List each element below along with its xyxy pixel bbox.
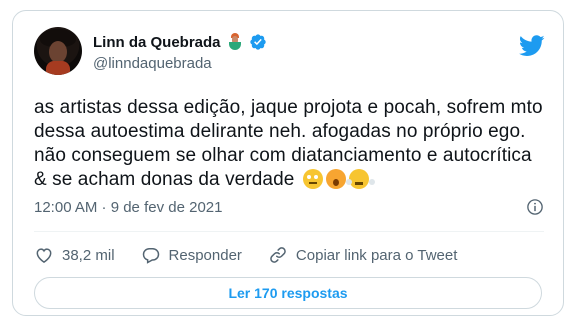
reply-button[interactable]: Responder bbox=[141, 245, 242, 265]
author-handle[interactable]: @linndaquebrada bbox=[93, 55, 212, 72]
copy-link-button[interactable]: Copiar link para o Tweet bbox=[268, 245, 457, 265]
verified-badge-icon bbox=[249, 34, 266, 50]
tweet-text: as artistas dessa edição, jaque projota … bbox=[34, 97, 543, 190]
like-button[interactable]: 38,2 mil bbox=[34, 245, 115, 265]
steam-face-emoji bbox=[345, 169, 369, 189]
yawn-emoji bbox=[325, 169, 346, 189]
read-replies-button[interactable]: Ler 170 respostas bbox=[34, 277, 542, 309]
author-row: Linn da Quebrada bbox=[93, 31, 267, 53]
timestamp[interactable]: 12:00 AM · 9 de fev de 2021 bbox=[34, 199, 222, 216]
reply-label: Responder bbox=[168, 246, 242, 264]
copy-link-label: Copiar link para o Tweet bbox=[295, 246, 458, 264]
eye-roll-emoji bbox=[302, 169, 323, 189]
heart-icon bbox=[36, 248, 52, 263]
avatar[interactable] bbox=[34, 27, 82, 75]
info-icon[interactable] bbox=[526, 198, 544, 216]
link-icon bbox=[270, 247, 286, 263]
reply-bubble-icon bbox=[142, 248, 159, 264]
tweet-card: Linn da Quebrada @linndaquebrada as arti… bbox=[12, 10, 564, 316]
divider bbox=[34, 231, 544, 232]
meta-row: 12:00 AM · 9 de fev de 2021 bbox=[34, 197, 544, 217]
like-count: 38,2 mil bbox=[62, 246, 115, 264]
twitter-bird-icon[interactable] bbox=[519, 35, 545, 57]
author-name[interactable]: Linn da Quebrada bbox=[93, 34, 221, 51]
mermaid-icon bbox=[226, 33, 244, 51]
action-bar: 38,2 mil Responder Copiar link para o Tw… bbox=[34, 237, 483, 273]
tweet-text-block: as artistas dessa edição, jaque projota … bbox=[34, 96, 544, 192]
